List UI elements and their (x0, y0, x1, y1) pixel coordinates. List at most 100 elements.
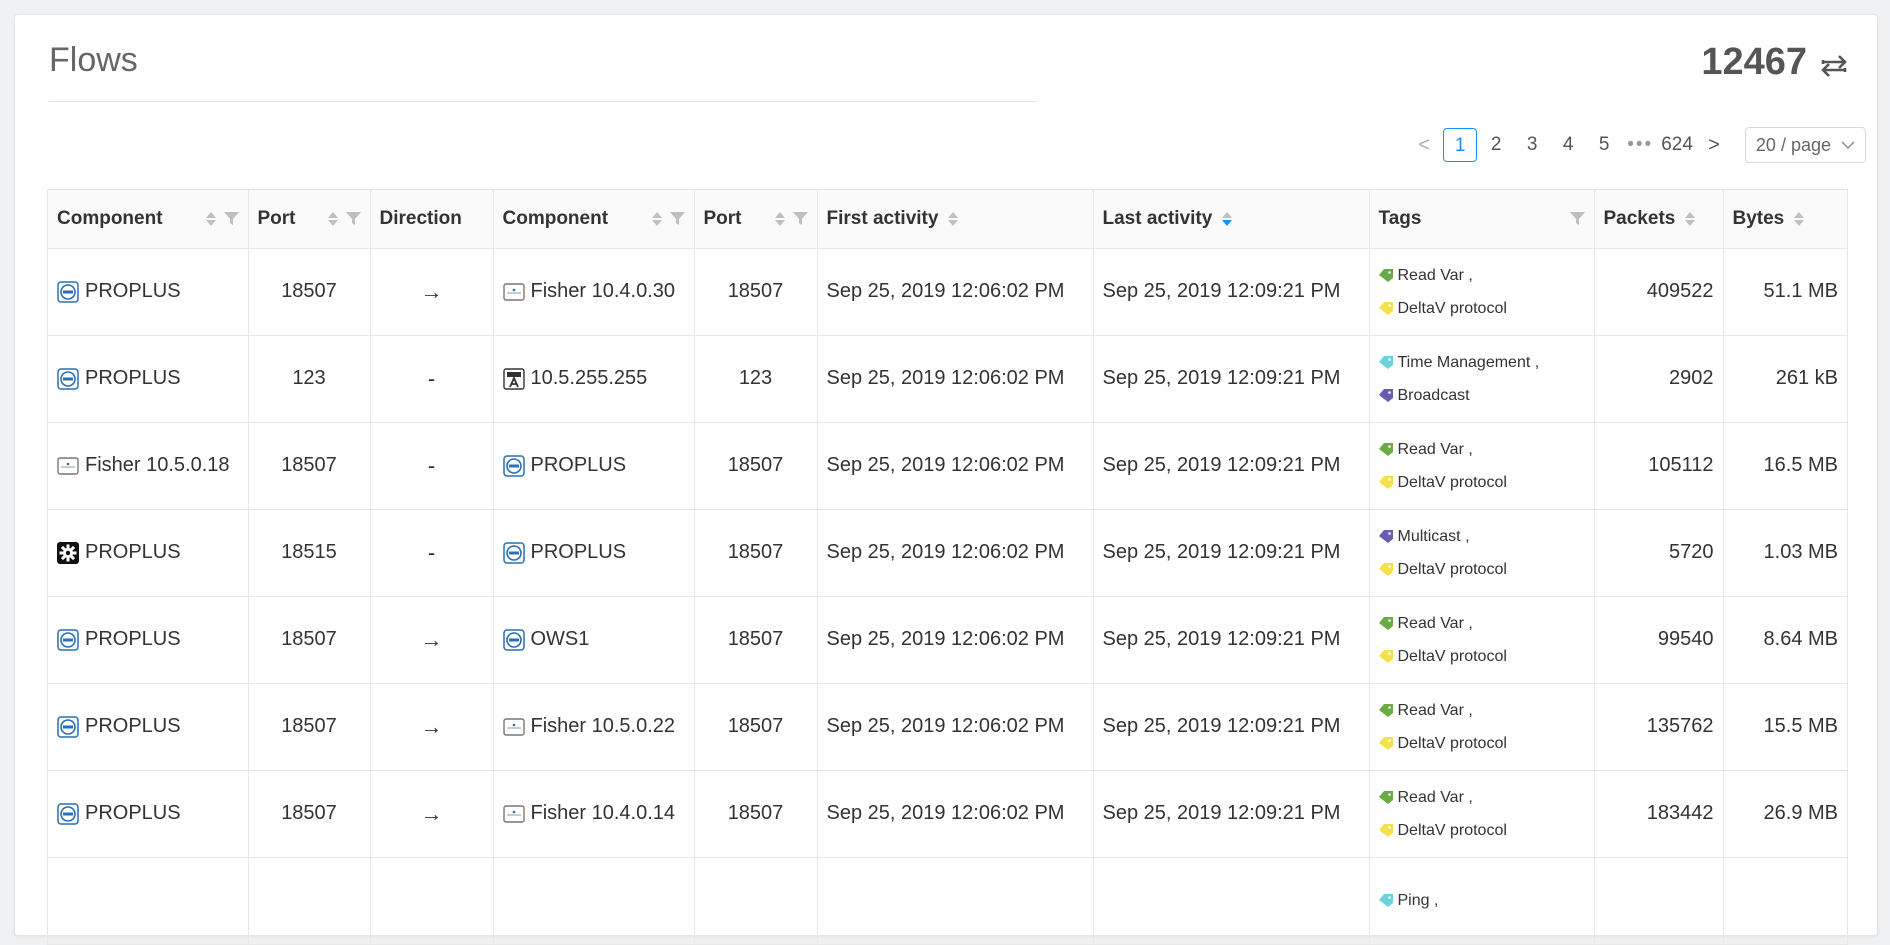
swap-icon[interactable] (1819, 48, 1849, 78)
gear-icon (57, 541, 79, 564)
col-port-dst[interactable]: Port (694, 190, 818, 249)
destination-port: 18507 (694, 422, 818, 510)
page-4[interactable]: 4 (1551, 128, 1585, 162)
bytes: 8.64 MB (1723, 596, 1847, 684)
tag-label: DeltaV protocol (1397, 821, 1507, 839)
destination-component[interactable]: Fisher 10.4.0.30 (493, 248, 695, 336)
component-name: PROPLUS (530, 541, 627, 563)
packets: 135762 (1594, 683, 1724, 771)
tags-cell: Read Var , DeltaV protocol (1369, 683, 1595, 771)
destination-port: 18507 (694, 770, 818, 858)
source-component[interactable]: PROPLUS (48, 335, 249, 423)
prev-page-button[interactable]: < (1407, 128, 1441, 162)
source-component[interactable] (48, 857, 249, 945)
bytes: 26.9 MB (1723, 770, 1847, 858)
sort-icon[interactable] (327, 211, 338, 226)
bytes (1723, 857, 1847, 945)
page-1[interactable]: 1 (1443, 128, 1478, 162)
destination-component[interactable]: 10.5.255.255 (493, 335, 695, 423)
col-bytes[interactable]: Bytes (1723, 190, 1847, 249)
first-activity: Sep 25, 2019 12:06:02 PM (817, 422, 1094, 510)
destination-component[interactable]: Fisher 10.5.0.22 (493, 683, 695, 771)
last-activity: Sep 25, 2019 12:09:21 PM (1093, 683, 1370, 771)
tag: Read Var , (1378, 607, 1585, 640)
sort-icon[interactable] (1222, 211, 1233, 226)
source-component[interactable]: PROPLUS (48, 509, 249, 597)
filter-icon[interactable] (345, 211, 361, 226)
destination-component[interactable]: Fisher 10.4.0.14 (493, 770, 695, 858)
col-tags[interactable]: Tags (1369, 190, 1595, 249)
bytes: 15.5 MB (1723, 683, 1847, 771)
filter-icon[interactable] (792, 211, 808, 226)
source-component[interactable]: Fisher 10.5.0.18 (48, 422, 249, 510)
table-row[interactable]: PROPLUS 18515- PROPLUS 18507 Sep 25, 2019 12… (48, 509, 1847, 597)
direction: - (370, 509, 494, 597)
table-row[interactable]: PROPLUS 18507 → Fisher 10.4.0.30 18507 Sep 25… (48, 248, 1847, 336)
first-activity: Sep 25, 2019 12:06:02 PM (817, 683, 1094, 771)
first-activity: Sep 25, 2019 12:06:02 PM (817, 596, 1094, 684)
page-last[interactable]: 624 (1659, 128, 1695, 162)
direction: - (370, 335, 494, 423)
sort-icon[interactable] (1685, 211, 1696, 226)
packets (1594, 857, 1724, 945)
filter-icon[interactable] (669, 211, 685, 226)
tag-label: Broadcast (1397, 386, 1470, 404)
sort-icon[interactable] (948, 211, 959, 226)
component-name: Fisher 10.4.0.30 (530, 280, 676, 302)
source-component[interactable]: PROPLUS (48, 683, 249, 771)
table-row[interactable]: Ping , (48, 857, 1847, 945)
table-row[interactable]: PROPLUS 18507 → OWS1 18507 Sep 25, 2019 12:06… (48, 596, 1847, 684)
table-row[interactable]: PROPLUS 18507 → Fisher 10.5.0.22 18507 Sep 25… (48, 683, 1847, 771)
sort-icon[interactable] (205, 211, 216, 226)
sort-icon[interactable] (651, 211, 662, 226)
bytes: 1.03 MB (1723, 509, 1847, 597)
tag-label: DeltaV protocol (1397, 734, 1507, 752)
next-page-button[interactable]: > (1697, 128, 1731, 162)
destination-port (694, 857, 818, 945)
destination-component[interactable]: OWS1 (493, 596, 695, 684)
tag-label: Time Management , (1397, 353, 1540, 371)
col-port-src[interactable]: Port (248, 190, 371, 249)
table-row[interactable]: Fisher 10.5.0.18 18507- PROPLUS 18507 Sep 25… (48, 422, 1847, 510)
dell-icon (57, 367, 79, 390)
destination-component[interactable]: PROPLUS (493, 422, 695, 510)
col-packets[interactable]: Packets (1594, 190, 1724, 249)
component-name: PROPLUS (85, 541, 181, 563)
source-component[interactable]: PROPLUS (48, 770, 249, 858)
tag-label: Ping , (1397, 892, 1439, 909)
tag-label: DeltaV protocol (1397, 299, 1507, 317)
col-component-src[interactable]: Component (48, 190, 249, 249)
source-component[interactable]: PROPLUS (48, 248, 249, 336)
direction: → (370, 770, 494, 858)
destination-component[interactable] (493, 857, 695, 945)
tag: Read Var , (1378, 433, 1585, 466)
destination-component[interactable]: PROPLUS (493, 509, 695, 597)
table-row[interactable]: PROPLUS 18507 → Fisher 10.4.0.14 18507 Sep 25… (48, 770, 1847, 858)
filter-icon[interactable] (1569, 211, 1585, 226)
packets: 105112 (1594, 422, 1724, 510)
component-name: 10.5.255.255 (530, 367, 648, 389)
page-size-select[interactable]: 20 / page (1744, 127, 1866, 163)
sort-icon[interactable] (774, 211, 785, 226)
sort-icon[interactable] (1794, 211, 1805, 226)
tag: DeltaV protocol (1378, 727, 1585, 760)
col-last-activity[interactable]: Last activity (1093, 190, 1370, 249)
col-first-activity[interactable]: First activity (817, 190, 1094, 249)
tag: DeltaV protocol (1378, 640, 1585, 673)
bytes: 16.5 MB (1723, 422, 1847, 510)
tag-label: Read Var , (1397, 788, 1473, 806)
page-3[interactable]: 3 (1515, 128, 1549, 162)
page-ellipsis[interactable]: ••• (1623, 128, 1657, 162)
tag-icon (1378, 894, 1393, 907)
page-5[interactable]: 5 (1587, 128, 1621, 162)
tag-label: Multicast , (1397, 527, 1470, 545)
page-2[interactable]: 2 (1479, 128, 1513, 162)
table-row[interactable]: PROPLUS 123-10.5.255.255 123 Sep 25, 2019 1… (48, 335, 1847, 423)
tag-icon (1378, 355, 1393, 369)
filter-icon[interactable] (223, 211, 239, 226)
col-component-dst[interactable]: Component (493, 190, 695, 249)
source-component[interactable]: PROPLUS (48, 596, 249, 684)
destination-port: 18507 (694, 683, 818, 771)
tag: Time Management , (1378, 346, 1585, 379)
tags-cell: Read Var , DeltaV protocol (1369, 248, 1595, 336)
